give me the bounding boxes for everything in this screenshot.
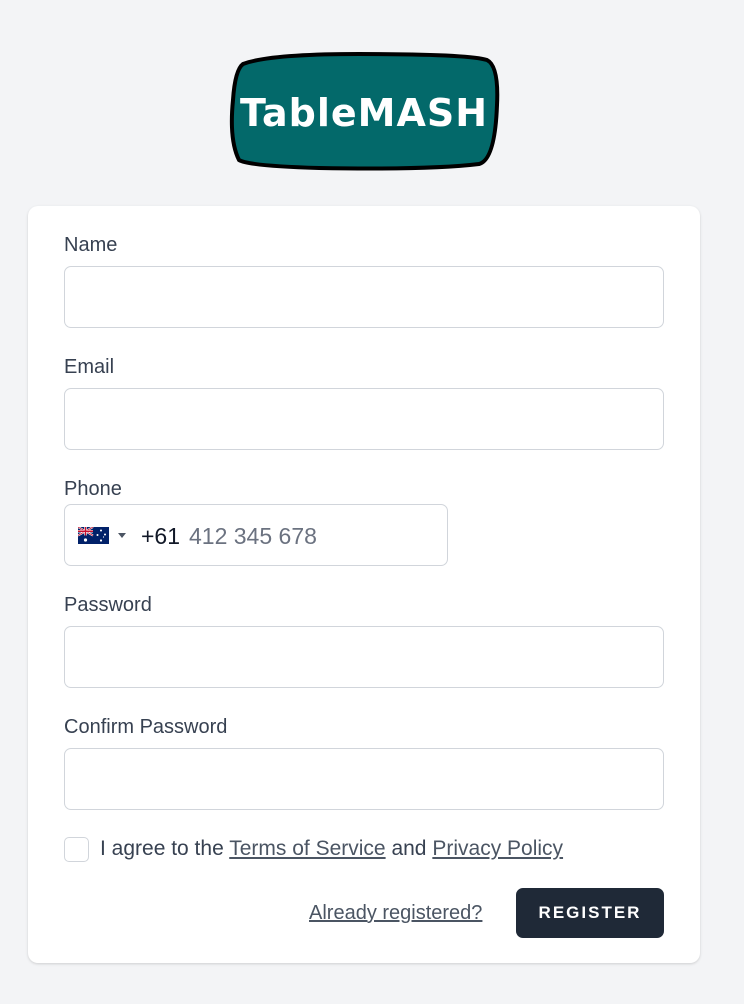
agree-prefix: I agree to the — [100, 837, 224, 860]
phone-input[interactable] — [189, 519, 429, 553]
confirm-password-input[interactable] — [64, 748, 664, 810]
agree-conjunction: and — [391, 837, 427, 860]
tablemash-logo: TableMASH — [229, 50, 500, 171]
phone-field: +61 — [64, 504, 448, 566]
privacy-policy-link[interactable]: Privacy Policy — [432, 837, 563, 860]
password-label: Password — [64, 594, 152, 616]
name-label: Name — [64, 234, 118, 256]
already-registered-link[interactable]: Already registered? — [309, 901, 482, 925]
email-label: Email — [64, 356, 115, 378]
phone-label: Phone — [64, 478, 122, 500]
agree-checkbox[interactable] — [64, 837, 89, 862]
confirm-password-label: Confirm Password — [64, 716, 228, 738]
logo-text: TableMASH — [240, 91, 488, 135]
agree-text: I agree to the Terms of Service and Priv… — [100, 836, 563, 862]
name-input[interactable] — [64, 266, 664, 328]
terms-of-service-link[interactable]: Terms of Service — [229, 837, 385, 860]
dial-code: +61 — [141, 523, 181, 549]
register-button[interactable]: REGISTER — [516, 888, 664, 938]
country-select[interactable] — [78, 526, 128, 546]
email-input[interactable] — [64, 388, 664, 450]
password-input[interactable] — [64, 626, 664, 688]
chevron-down-icon — [118, 533, 126, 538]
australia-flag-icon — [78, 527, 109, 544]
register-card: Name Email Phone +61 412 345 678 Passwor… — [28, 206, 700, 963]
